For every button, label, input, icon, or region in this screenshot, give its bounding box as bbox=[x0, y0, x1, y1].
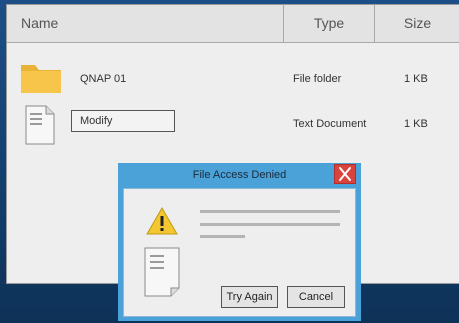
column-size-header[interactable]: Size bbox=[374, 5, 459, 42]
message-line bbox=[200, 235, 245, 238]
file-size-qnap: 1 KB bbox=[404, 73, 428, 85]
document-icon bbox=[144, 247, 180, 297]
close-icon bbox=[339, 167, 351, 181]
cancel-button[interactable]: Cancel bbox=[287, 286, 345, 308]
try-again-button[interactable]: Try Again bbox=[221, 286, 278, 308]
message-line bbox=[200, 210, 340, 213]
column-type-header[interactable]: Type bbox=[283, 5, 374, 42]
message-line bbox=[200, 223, 340, 226]
file-type-qnap: File folder bbox=[293, 73, 342, 85]
access-denied-dialog: File Access Denied Try Again Cancel bbox=[118, 163, 361, 321]
folder-icon[interactable] bbox=[19, 59, 63, 95]
column-name-header[interactable]: Name bbox=[7, 5, 283, 42]
rename-input[interactable]: Modify bbox=[71, 110, 175, 132]
warning-icon bbox=[146, 206, 178, 235]
file-name-qnap[interactable]: QNAP 01 bbox=[80, 73, 126, 85]
file-size-modify: 1 KB bbox=[404, 118, 428, 130]
file-type-modify: Text Document bbox=[293, 118, 367, 130]
dialog-title: File Access Denied bbox=[192, 169, 287, 181]
column-header: Name Type Size bbox=[7, 5, 459, 43]
close-button[interactable] bbox=[334, 164, 356, 184]
document-icon[interactable] bbox=[25, 105, 55, 145]
dialog-body: Try Again Cancel bbox=[123, 188, 356, 317]
